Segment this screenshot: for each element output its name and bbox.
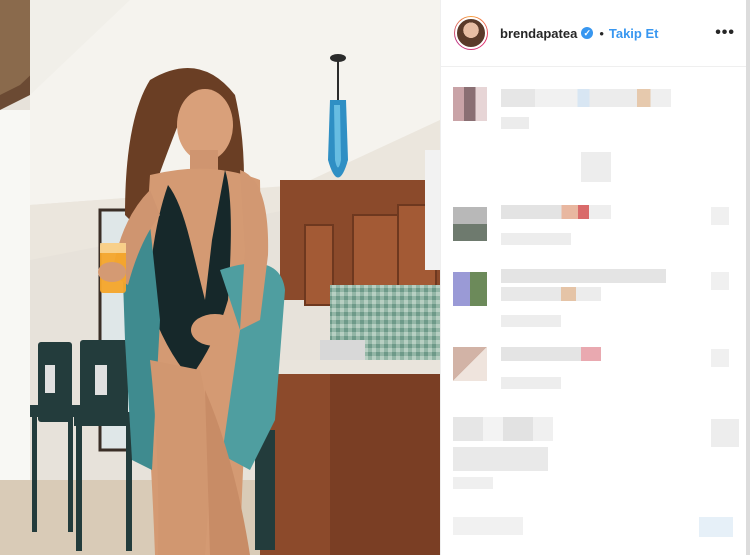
comment-meta-censored [501,377,561,389]
comment-text-censored [501,287,601,301]
verified-badge-icon: ✓ [581,27,594,39]
window-edge [746,0,750,555]
comment-avatar[interactable] [453,272,487,306]
post-side-panel: brendapatea ✓ • Takip Et ••• [440,0,747,555]
comments-list [441,67,747,555]
separator-dot: • [599,25,604,41]
comment-text-censored [501,269,666,283]
post-modal: brendapatea ✓ • Takip Et ••• [0,0,750,555]
post-photo[interactable] [0,0,440,555]
comment-avatar[interactable] [453,207,487,241]
more-horizontal-icon[interactable]: ••• [715,24,735,42]
photo-illustration [0,0,440,555]
comment-avatar[interactable] [453,87,487,121]
comment-text-censored [501,205,611,219]
post-button-censored[interactable] [699,517,733,537]
comment-meta-censored [501,117,529,129]
comment-text-censored [501,347,601,361]
save-icon[interactable] [711,419,739,447]
comment-avatar[interactable] [453,347,487,381]
comment-meta-censored [501,315,561,327]
actions-censored [453,417,553,441]
comment-like-icon[interactable] [711,207,729,225]
comment-input-censored[interactable] [453,517,523,535]
avatar-image [455,17,487,49]
timestamp-censored [453,477,493,489]
comment-like-icon[interactable] [711,272,729,290]
comment-meta-censored [501,233,571,245]
post-header: brendapatea ✓ • Takip Et ••• [441,0,747,67]
comment-like-icon[interactable] [711,349,729,367]
avatar[interactable] [454,16,488,50]
comment-text-censored [501,89,671,107]
comment-text-censored [581,152,611,182]
follow-button[interactable]: Takip Et [609,26,659,41]
likes-censored [453,447,548,471]
username-link[interactable]: brendapatea [500,26,577,41]
